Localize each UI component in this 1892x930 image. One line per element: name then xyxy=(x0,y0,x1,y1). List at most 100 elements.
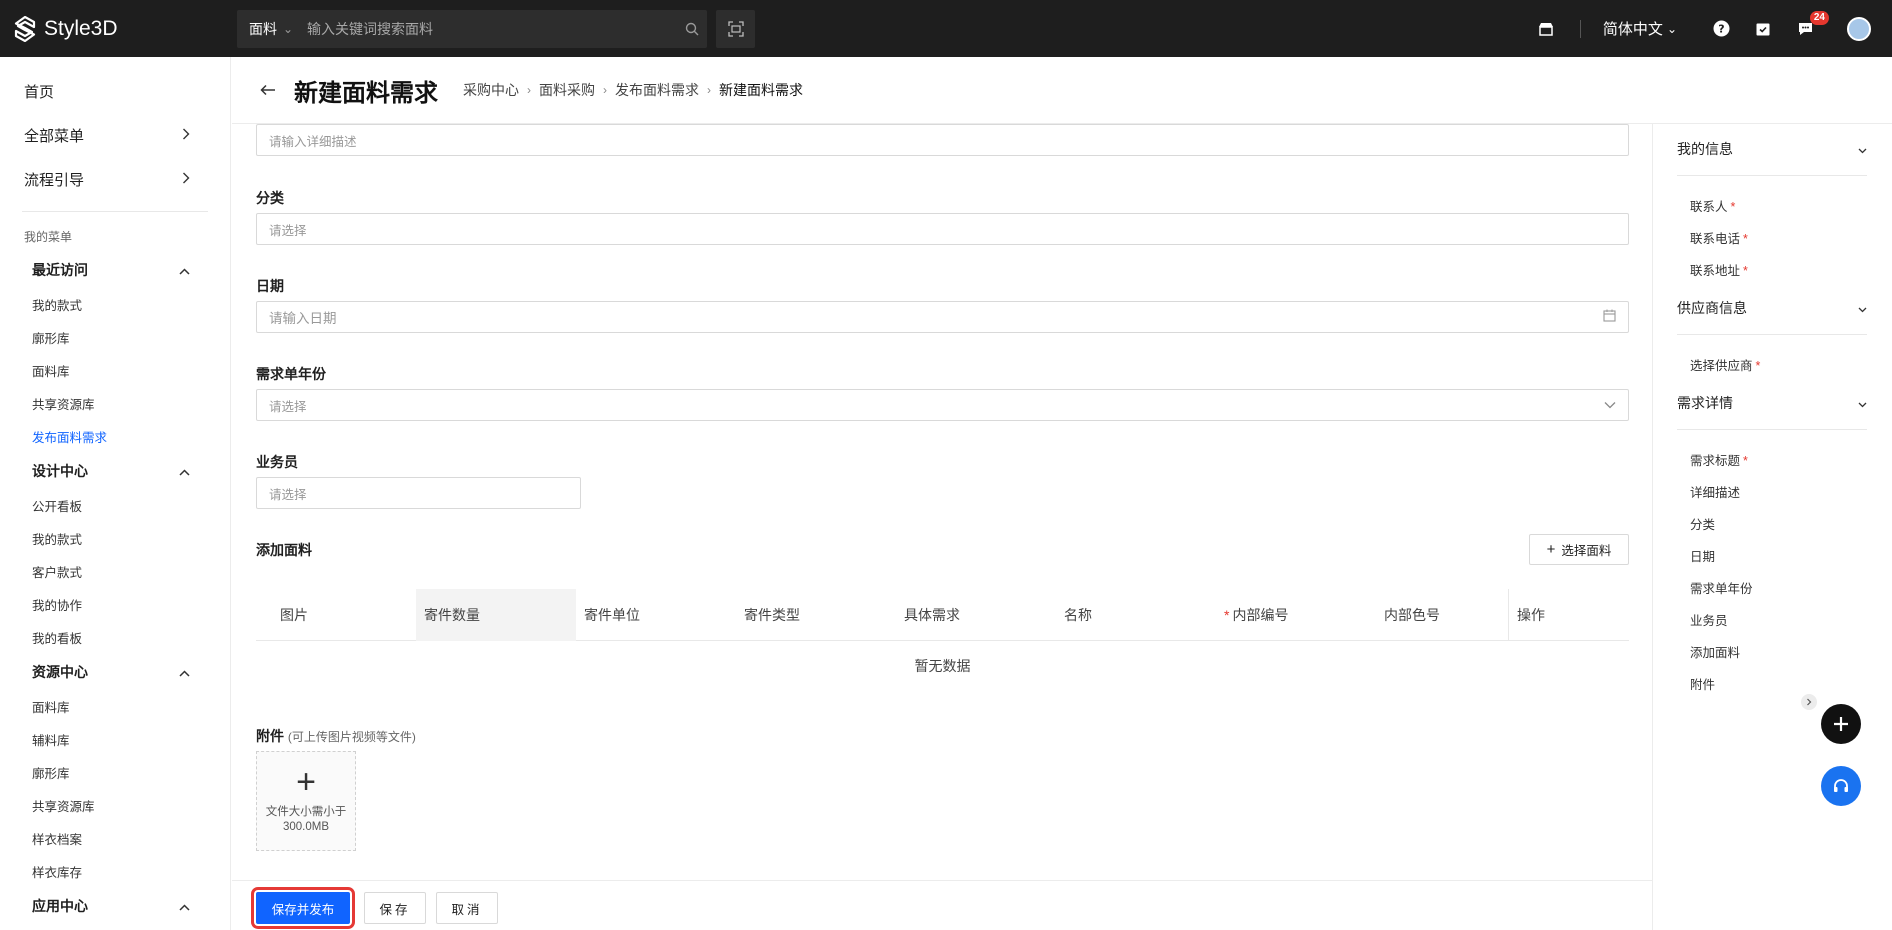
select-fabric-button[interactable]: + 选择面料 xyxy=(1529,534,1629,565)
chevron-up-icon xyxy=(179,664,190,680)
sidebar-item[interactable]: 廓形库 xyxy=(0,321,230,354)
button-label: 选择面料 xyxy=(1561,544,1612,558)
nav-item[interactable]: 需求单年份 xyxy=(1690,578,1753,597)
nav-item[interactable]: 需求标题 * xyxy=(1690,450,1748,469)
date-label: 日期 xyxy=(256,278,284,294)
calendar-icon[interactable] xyxy=(1603,309,1616,325)
sidebar-item[interactable]: 面料库 xyxy=(0,354,230,387)
sidebar-item[interactable]: 辅料库 xyxy=(0,723,230,756)
sidebar-item-home[interactable]: 首页 xyxy=(0,69,230,113)
sidebar-item[interactable]: 样衣库存 xyxy=(0,855,230,888)
required-mark: * xyxy=(1743,264,1748,278)
nav-item[interactable]: 附件 xyxy=(1690,674,1715,693)
form-area: 请输入详细描述 分类 请选择 日期 请输入日期 需求单年份 请选择 业务员 请选… xyxy=(232,124,1652,880)
nav-item[interactable]: 业务员 xyxy=(1690,610,1728,629)
sidebar-group-title: 设计中心 xyxy=(32,463,88,479)
chevron-down-icon: ⌄ xyxy=(1666,21,1677,36)
divider xyxy=(1677,429,1867,430)
nav-item[interactable]: 联系电话 * xyxy=(1690,228,1748,247)
sidebar-group-resource-center[interactable]: 资源中心 xyxy=(0,654,230,690)
nav-item[interactable]: 联系地址 * xyxy=(1690,260,1748,279)
breadcrumb-item[interactable]: 采购中心 xyxy=(463,80,519,100)
sidebar-item-active[interactable]: 发布面料需求 xyxy=(0,420,230,453)
add-floating-button[interactable] xyxy=(1821,704,1861,744)
sidebar-item-process-guide[interactable]: 流程引导 xyxy=(0,157,230,201)
detail-description-input[interactable]: 请输入详细描述 xyxy=(256,124,1629,156)
message-icon[interactable]: 24 xyxy=(1795,10,1829,39)
save-button[interactable]: 保存 xyxy=(364,892,426,924)
plus-icon xyxy=(1834,717,1848,731)
sidebar-item[interactable]: 公开看板 xyxy=(0,489,230,522)
help-icon[interactable]: ? xyxy=(1711,19,1731,39)
nav-item[interactable]: 详细描述 xyxy=(1690,482,1740,501)
placeholder: 请输入详细描述 xyxy=(269,134,357,149)
cancel-button[interactable]: 取消 xyxy=(436,892,498,924)
nav-section-my-info[interactable]: 我的信息 xyxy=(1677,135,1867,163)
year-select[interactable]: 请选择 xyxy=(256,389,1629,421)
app-logo[interactable]: Style3D xyxy=(14,15,224,42)
sidebar: 首页 全部菜单 流程引导 我的菜单 最近访问 我的款式 廓形库 面料库 共享资源… xyxy=(0,57,231,930)
required-mark: * xyxy=(1730,200,1736,214)
svg-text:?: ? xyxy=(1718,23,1724,36)
customer-service-button[interactable] xyxy=(1821,766,1861,806)
sidebar-item[interactable]: 我的协作 xyxy=(0,588,230,621)
date-picker-input[interactable]: 请输入日期 xyxy=(256,301,1629,333)
chevron-down-icon xyxy=(1858,300,1867,316)
breadcrumb-item[interactable]: 面料采购 xyxy=(539,80,595,100)
divider xyxy=(1677,175,1867,176)
avatar[interactable] xyxy=(1847,16,1871,41)
sidebar-group-recent[interactable]: 最近访问 xyxy=(0,252,230,288)
section-title: 需求详情 xyxy=(1677,395,1733,411)
sidebar-item[interactable]: 样衣档案 xyxy=(0,822,230,855)
search-icon[interactable] xyxy=(677,22,707,36)
notification-badge: 24 xyxy=(1809,10,1829,25)
language-select[interactable]: 简体中文 ⌄ xyxy=(1603,18,1677,39)
file-upload-area[interactable]: + 文件大小需小于 300.0MB xyxy=(256,751,356,851)
image-search-button[interactable] xyxy=(716,10,755,48)
nav-item[interactable]: 添加面料 xyxy=(1690,642,1740,661)
salesman-select[interactable]: 请选择 xyxy=(256,477,581,509)
nav-item[interactable]: 选择供应商 * xyxy=(1690,355,1760,374)
nav-item[interactable]: 日期 xyxy=(1690,546,1715,565)
sidebar-group-design-center[interactable]: 设计中心 xyxy=(0,453,230,489)
top-navigation-bar: Style3D 面料 ⌄ 输入关键词搜索面料 简体中文 ⌄ ? 24 xyxy=(0,0,1892,57)
chevron-down-icon xyxy=(1604,398,1616,412)
chevron-right-icon: › xyxy=(603,83,607,97)
table-empty-state: 暂无数据 xyxy=(914,658,971,674)
nav-item[interactable]: 分类 xyxy=(1690,514,1715,533)
column-header: * 内部编号 xyxy=(1224,607,1289,623)
sidebar-item[interactable]: 共享资源库 xyxy=(0,387,230,420)
task-icon[interactable] xyxy=(1753,19,1773,39)
sidebar-item[interactable]: 客户款式 xyxy=(0,555,230,588)
breadcrumb-item[interactable]: 发布面料需求 xyxy=(615,80,699,100)
sidebar-item-label: 首页 xyxy=(24,83,55,101)
chevron-right-icon: › xyxy=(527,83,531,97)
nav-section-demand-details[interactable]: 需求详情 xyxy=(1677,389,1867,417)
scan-icon xyxy=(727,21,744,37)
category-select[interactable]: 请选择 xyxy=(256,213,1629,245)
sidebar-item[interactable]: 我的款式 xyxy=(0,522,230,555)
back-arrow-icon[interactable] xyxy=(260,84,278,96)
sidebar-item[interactable]: 我的看板 xyxy=(0,621,230,654)
nav-item[interactable]: 联系人 * xyxy=(1690,196,1735,215)
column-header: 寄件数量 xyxy=(416,589,576,641)
nav-section-supplier-info[interactable]: 供应商信息 xyxy=(1677,294,1867,322)
salesman-label: 业务员 xyxy=(256,454,298,470)
search-input[interactable]: 输入关键词搜索面料 xyxy=(307,19,677,39)
chevron-down-icon[interactable]: ⌄ xyxy=(283,22,307,36)
search-category-select[interactable]: 面料 xyxy=(237,19,279,39)
sidebar-item[interactable]: 面料库 xyxy=(0,690,230,723)
sidebar-group-title: 资源中心 xyxy=(32,664,88,680)
sidebar-item-all-menu[interactable]: 全部菜单 xyxy=(0,113,230,157)
sidebar-item[interactable]: 我的款式 xyxy=(0,288,230,321)
collapse-panel-button[interactable] xyxy=(1801,694,1817,710)
column-header: 名称 xyxy=(1064,607,1092,623)
sidebar-item[interactable]: 廓形库 xyxy=(0,756,230,789)
store-icon[interactable] xyxy=(1536,19,1556,39)
sidebar-item[interactable]: 共享资源库 xyxy=(0,789,230,822)
save-and-publish-button[interactable]: 保存并发布 xyxy=(251,887,355,929)
page-title: 新建面料需求 xyxy=(294,79,438,107)
sidebar-group-app-center[interactable]: 应用中心 xyxy=(0,888,230,924)
plus-icon: + xyxy=(296,763,316,801)
required-mark: * xyxy=(1755,359,1761,373)
